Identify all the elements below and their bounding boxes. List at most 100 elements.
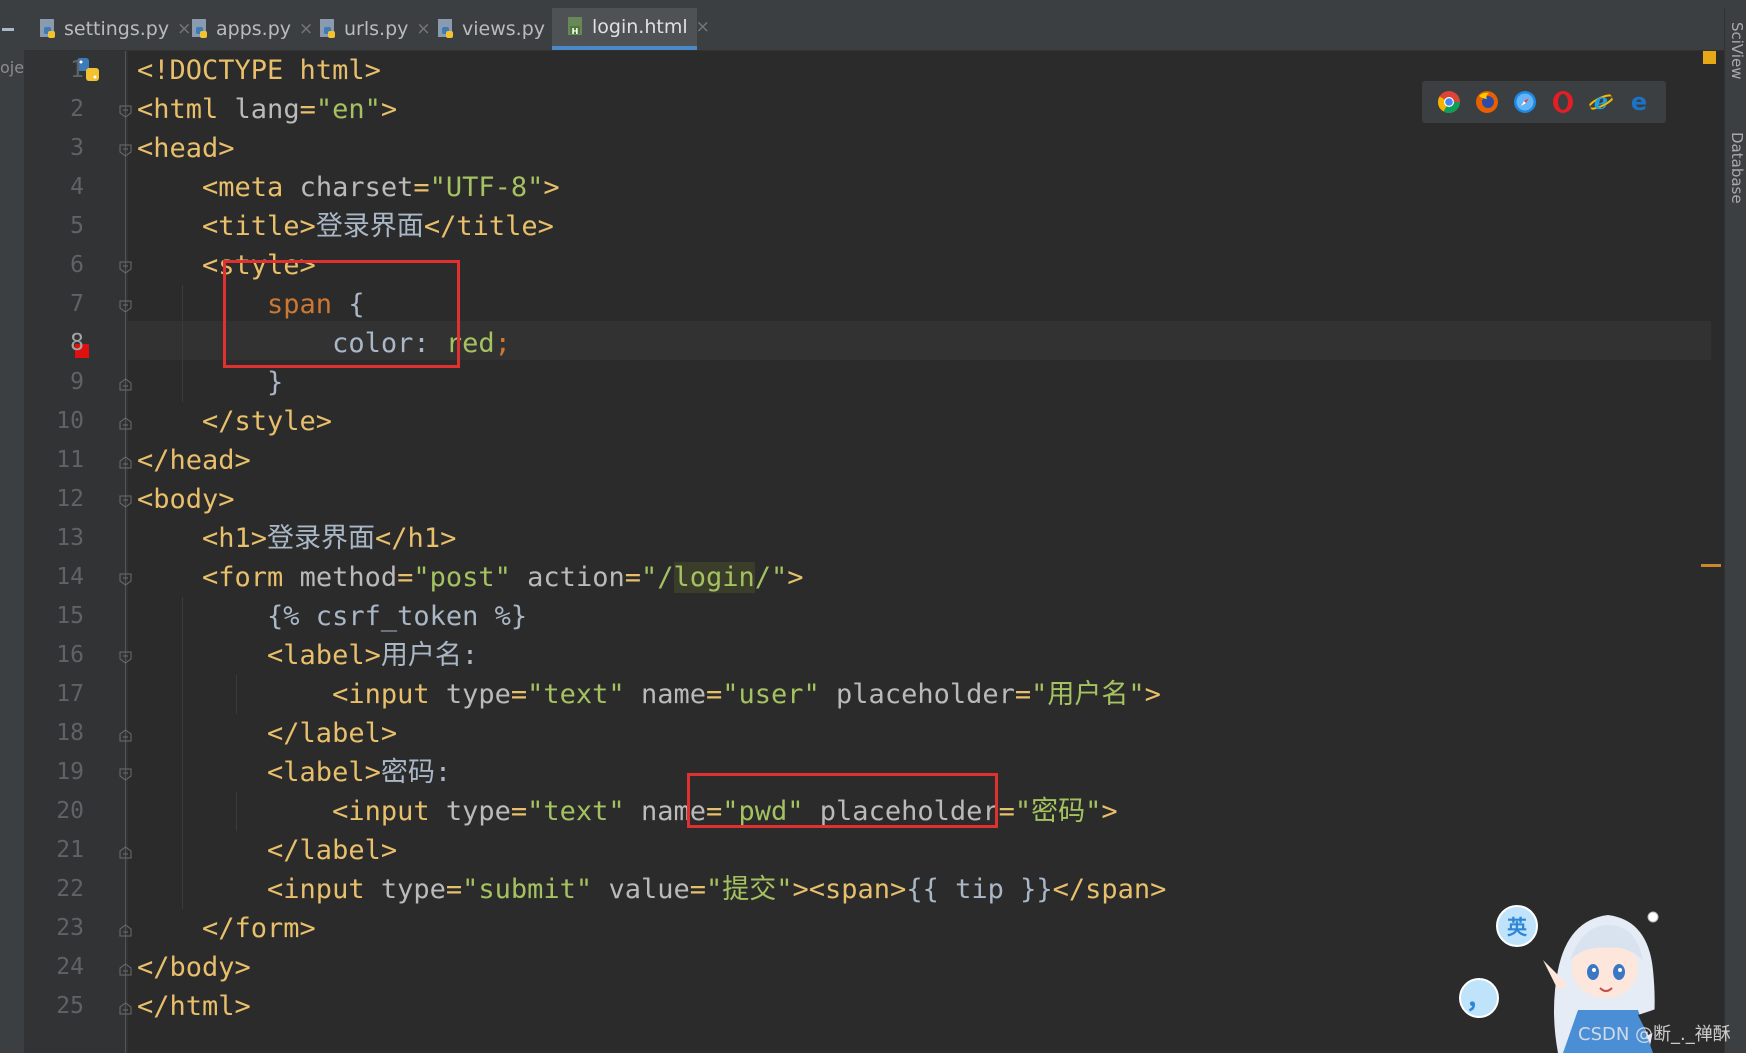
ie-icon[interactable]: e <box>1589 90 1613 114</box>
indent-guide <box>182 597 183 909</box>
fold-toggle-icon[interactable] <box>119 571 132 586</box>
database-tool-button[interactable]: Database <box>1728 132 1746 204</box>
fold-toggle-icon[interactable] <box>119 376 132 391</box>
svg-text:e: e <box>1631 90 1647 114</box>
firefox-icon[interactable] <box>1475 90 1499 114</box>
project-tool-window-strip[interactable]: ojec <box>0 8 25 1053</box>
line-number[interactable]: 22 <box>24 870 84 909</box>
python-file-icon <box>436 18 456 40</box>
line-number[interactable]: 17 <box>24 675 84 714</box>
code-line[interactable]: {% csrf_token %} <box>137 597 527 636</box>
code-line[interactable]: <body> <box>137 480 235 519</box>
line-number[interactable]: 8 <box>24 324 84 363</box>
code-token: type <box>380 874 446 905</box>
code-line[interactable]: </html> <box>137 987 251 1026</box>
chrome-icon[interactable] <box>1437 90 1461 114</box>
code-line[interactable]: <input type="text" name="user" placehold… <box>137 675 1161 714</box>
fold-toggle-icon[interactable] <box>119 103 132 118</box>
line-number[interactable]: 7 <box>24 285 84 324</box>
line-number[interactable]: 20 <box>24 792 84 831</box>
code-line[interactable]: </form> <box>137 909 316 948</box>
gutter-separator <box>125 51 126 1053</box>
code-line[interactable]: <h1>登录界面</h1> <box>137 519 456 558</box>
code-line[interactable]: </body> <box>137 948 251 987</box>
code-line[interactable]: <label>用户名: <box>137 636 478 675</box>
code-token: = <box>299 94 316 125</box>
edge-icon[interactable]: e <box>1627 90 1651 114</box>
python-file-icon <box>318 18 338 40</box>
code-line[interactable]: <input type="submit" value="提交"><span>{{… <box>137 870 1166 909</box>
line-number[interactable]: 24 <box>24 948 84 987</box>
line-number[interactable]: 2 <box>24 90 84 129</box>
line-number[interactable]: 9 <box>24 363 84 402</box>
python-file-icon <box>190 18 210 40</box>
code-line[interactable]: <html lang="en"> <box>137 90 397 129</box>
code-token: 密码: <box>380 757 452 788</box>
code-line[interactable]: </label> <box>137 831 397 870</box>
code-line[interactable]: <label>密码: <box>137 753 451 792</box>
line-number[interactable]: 11 <box>24 441 84 480</box>
opera-icon[interactable] <box>1551 90 1575 114</box>
line-number[interactable]: 19 <box>24 753 84 792</box>
fold-toggle-icon[interactable] <box>119 649 132 664</box>
code-token: </head> <box>137 445 251 476</box>
code-token: placeholder <box>836 679 1015 710</box>
tab-label: urls.py <box>344 18 409 40</box>
line-number[interactable]: 15 <box>24 597 84 636</box>
code-line[interactable]: </label> <box>137 714 397 753</box>
mascot-lang-badge: 英 <box>1507 915 1528 939</box>
fold-toggle-icon[interactable] <box>119 961 132 976</box>
line-number[interactable]: 18 <box>24 714 84 753</box>
code-line[interactable]: </head> <box>137 441 251 480</box>
fold-toggle-icon[interactable] <box>119 298 132 313</box>
line-number[interactable]: 21 <box>24 831 84 870</box>
fold-toggle-icon[interactable] <box>119 454 132 469</box>
tab-label: login.html <box>592 16 688 38</box>
safari-icon[interactable] <box>1513 90 1537 114</box>
line-number[interactable]: 13 <box>24 519 84 558</box>
code-token: "post" <box>413 562 528 593</box>
fold-toggle-icon[interactable] <box>119 1000 132 1015</box>
tab-urls-py[interactable]: urls.py × <box>304 8 431 50</box>
code-line[interactable]: <meta charset="UTF-8"> <box>137 168 560 207</box>
code-token: /" <box>754 562 788 593</box>
line-number[interactable]: 25 <box>24 987 84 1026</box>
code-token: <form <box>137 562 300 593</box>
code-line[interactable]: <title>登录界面</title> <box>137 207 554 246</box>
fold-toggle-icon[interactable] <box>119 844 132 859</box>
line-number[interactable]: 3 <box>24 129 84 168</box>
code-line[interactable]: } <box>137 363 283 402</box>
close-icon[interactable]: × <box>696 17 710 37</box>
fold-toggle-icon[interactable] <box>119 259 132 274</box>
fold-toggle-icon[interactable] <box>119 922 132 937</box>
fold-toggle-icon[interactable] <box>119 415 132 430</box>
fold-toggle-icon[interactable] <box>119 142 132 157</box>
fold-toggle-icon[interactable] <box>119 493 132 508</box>
tab-views-py[interactable]: views.py× <box>422 8 567 50</box>
scrollbar-warning-mark[interactable] <box>1701 564 1721 567</box>
tab-apps-py[interactable]: apps.py × <box>176 8 313 50</box>
analysis-status-indicator[interactable] <box>1703 51 1716 64</box>
project-label[interactable]: ojec <box>0 58 24 77</box>
line-number[interactable]: 4 <box>24 168 84 207</box>
line-number[interactable]: 5 <box>24 207 84 246</box>
code-token: > <box>1144 679 1161 710</box>
code-line[interactable]: <!DOCTYPE html> <box>137 51 381 90</box>
tab-settings-py[interactable]: settings.py × <box>24 8 191 50</box>
code-line[interactable]: <form method="post" action="/login/"> <box>137 558 804 597</box>
line-number[interactable]: 1 <box>24 51 84 90</box>
code-line[interactable]: </style> <box>137 402 332 441</box>
line-number[interactable]: 14 <box>24 558 84 597</box>
fold-toggle-icon[interactable] <box>119 766 132 781</box>
line-number[interactable]: 16 <box>24 636 84 675</box>
minimize-icon[interactable] <box>2 28 14 31</box>
sciview-tool-button[interactable]: SciView <box>1728 22 1746 80</box>
line-number[interactable]: 12 <box>24 480 84 519</box>
line-number[interactable]: 23 <box>24 909 84 948</box>
fold-toggle-icon[interactable] <box>119 727 132 742</box>
line-number[interactable]: 10 <box>24 402 84 441</box>
code-line[interactable]: <head> <box>137 129 235 168</box>
code-token: <label> <box>137 640 381 671</box>
tab-login-html[interactable]: Hlogin.html × <box>552 8 710 50</box>
line-number[interactable]: 6 <box>24 246 84 285</box>
